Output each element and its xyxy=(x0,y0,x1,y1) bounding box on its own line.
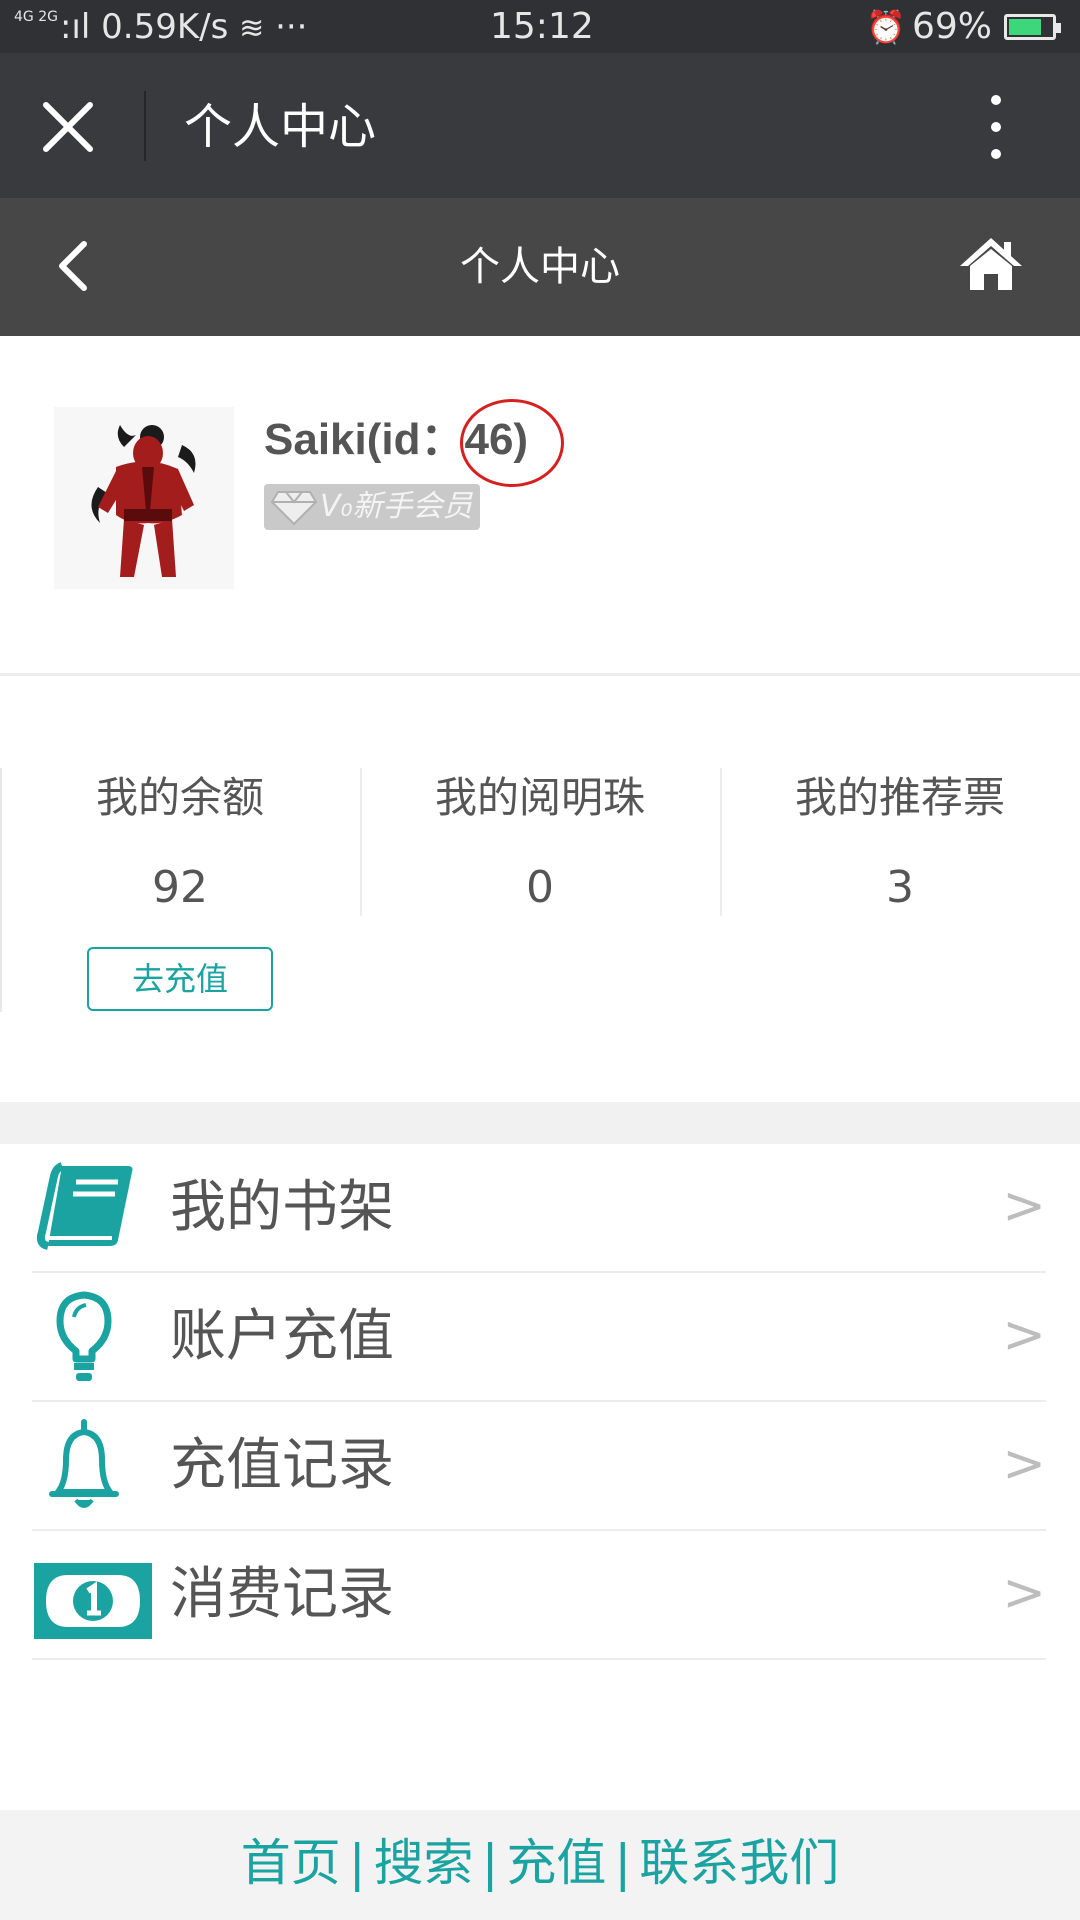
stat-pearls: 我的阅明珠 0 xyxy=(360,768,720,918)
id-highlight-circle xyxy=(460,399,564,487)
chevron-right-icon: > xyxy=(1002,1434,1046,1494)
wechat-title: 个人中心 xyxy=(184,99,377,155)
battery-icon xyxy=(1004,14,1061,40)
chevron-right-icon: > xyxy=(1002,1176,1046,1236)
page-header: 个人中心 xyxy=(0,198,1080,336)
stat-value: 92 xyxy=(152,862,208,913)
footer-link-recharge[interactable]: 充值 xyxy=(506,1834,606,1892)
battery-percent: 69% xyxy=(912,6,993,47)
lightbulb-icon xyxy=(32,1287,154,1387)
stat-tickets: 我的推荐票 3 xyxy=(720,768,1080,918)
avatar[interactable] xyxy=(54,407,234,589)
status-bar: 4G 2G:ıl 0.59K/s ≋ ··· 15:12 ⏰ 69% xyxy=(0,0,1080,53)
menu-divider xyxy=(32,1658,1046,1660)
footer-link-search[interactable]: 搜索 xyxy=(374,1834,474,1892)
stat-value: 0 xyxy=(526,862,554,913)
footer-link-home[interactable]: 首页 xyxy=(241,1834,341,1892)
network-type: 4G 2G xyxy=(14,9,58,25)
diamond-icon xyxy=(270,488,318,530)
status-extra: ··· xyxy=(275,7,308,47)
menu-item-recharge-history[interactable]: 充值记录 > xyxy=(32,1402,1046,1530)
stat-value: 3 xyxy=(886,862,914,913)
home-icon[interactable] xyxy=(958,234,1024,294)
stat-label: 我的推荐票 xyxy=(794,773,1005,822)
network-status: 4G 2G:ıl 0.59K/s ≋ ··· xyxy=(14,10,308,46)
network-speed: :ıl 0.59K/s xyxy=(59,7,229,47)
bell-icon xyxy=(32,1416,154,1516)
menu-item-recharge[interactable]: 账户充值 > xyxy=(32,1273,1046,1401)
page-title: 个人中心 xyxy=(460,244,620,290)
footer: 首页 | 搜索 | 充值 | 联系我们 xyxy=(0,1810,1080,1920)
stat-label: 我的阅明珠 xyxy=(434,773,645,822)
chevron-right-icon: > xyxy=(1002,1563,1046,1623)
vip-badge: V₀新手会员 xyxy=(264,484,480,530)
profile-divider xyxy=(0,673,1080,676)
menu-item-bookshelf[interactable]: 我的书架 > xyxy=(32,1144,1046,1272)
menu-label: 我的书架 xyxy=(170,1175,394,1240)
book-icon xyxy=(32,1158,154,1258)
banknote-icon xyxy=(32,1545,154,1645)
wechat-title-bar: 个人中心 xyxy=(0,53,1080,198)
close-icon[interactable] xyxy=(40,99,96,155)
menu-item-spending-history[interactable]: 消费记录 > xyxy=(32,1531,1046,1659)
footer-separator: | xyxy=(348,1834,366,1892)
footer-separator: | xyxy=(481,1834,499,1892)
wifi-icon: ≋ xyxy=(239,11,265,46)
stat-balance: 我的余额 92 xyxy=(0,768,360,918)
chevron-right-icon: > xyxy=(1002,1305,1046,1365)
menu-label: 充值记录 xyxy=(170,1433,394,1498)
more-icon[interactable] xyxy=(980,91,1012,163)
section-spacer xyxy=(0,1102,1080,1144)
menu-label: 消费记录 xyxy=(170,1562,394,1627)
footer-link-contact[interactable]: 联系我们 xyxy=(639,1834,839,1892)
footer-separator: | xyxy=(614,1834,632,1892)
footer-links: 首页 | 搜索 | 充值 | 联系我们 xyxy=(0,1828,1080,1898)
recharge-button[interactable]: 去充值 xyxy=(87,947,273,1011)
title-divider xyxy=(144,91,146,161)
alarm-icon: ⏰ xyxy=(866,8,906,46)
stat-label: 我的余额 xyxy=(95,773,264,822)
menu-label: 账户充值 xyxy=(170,1304,394,1369)
status-time: 15:12 xyxy=(490,6,594,47)
vip-label: V₀新手会员 xyxy=(320,489,473,524)
